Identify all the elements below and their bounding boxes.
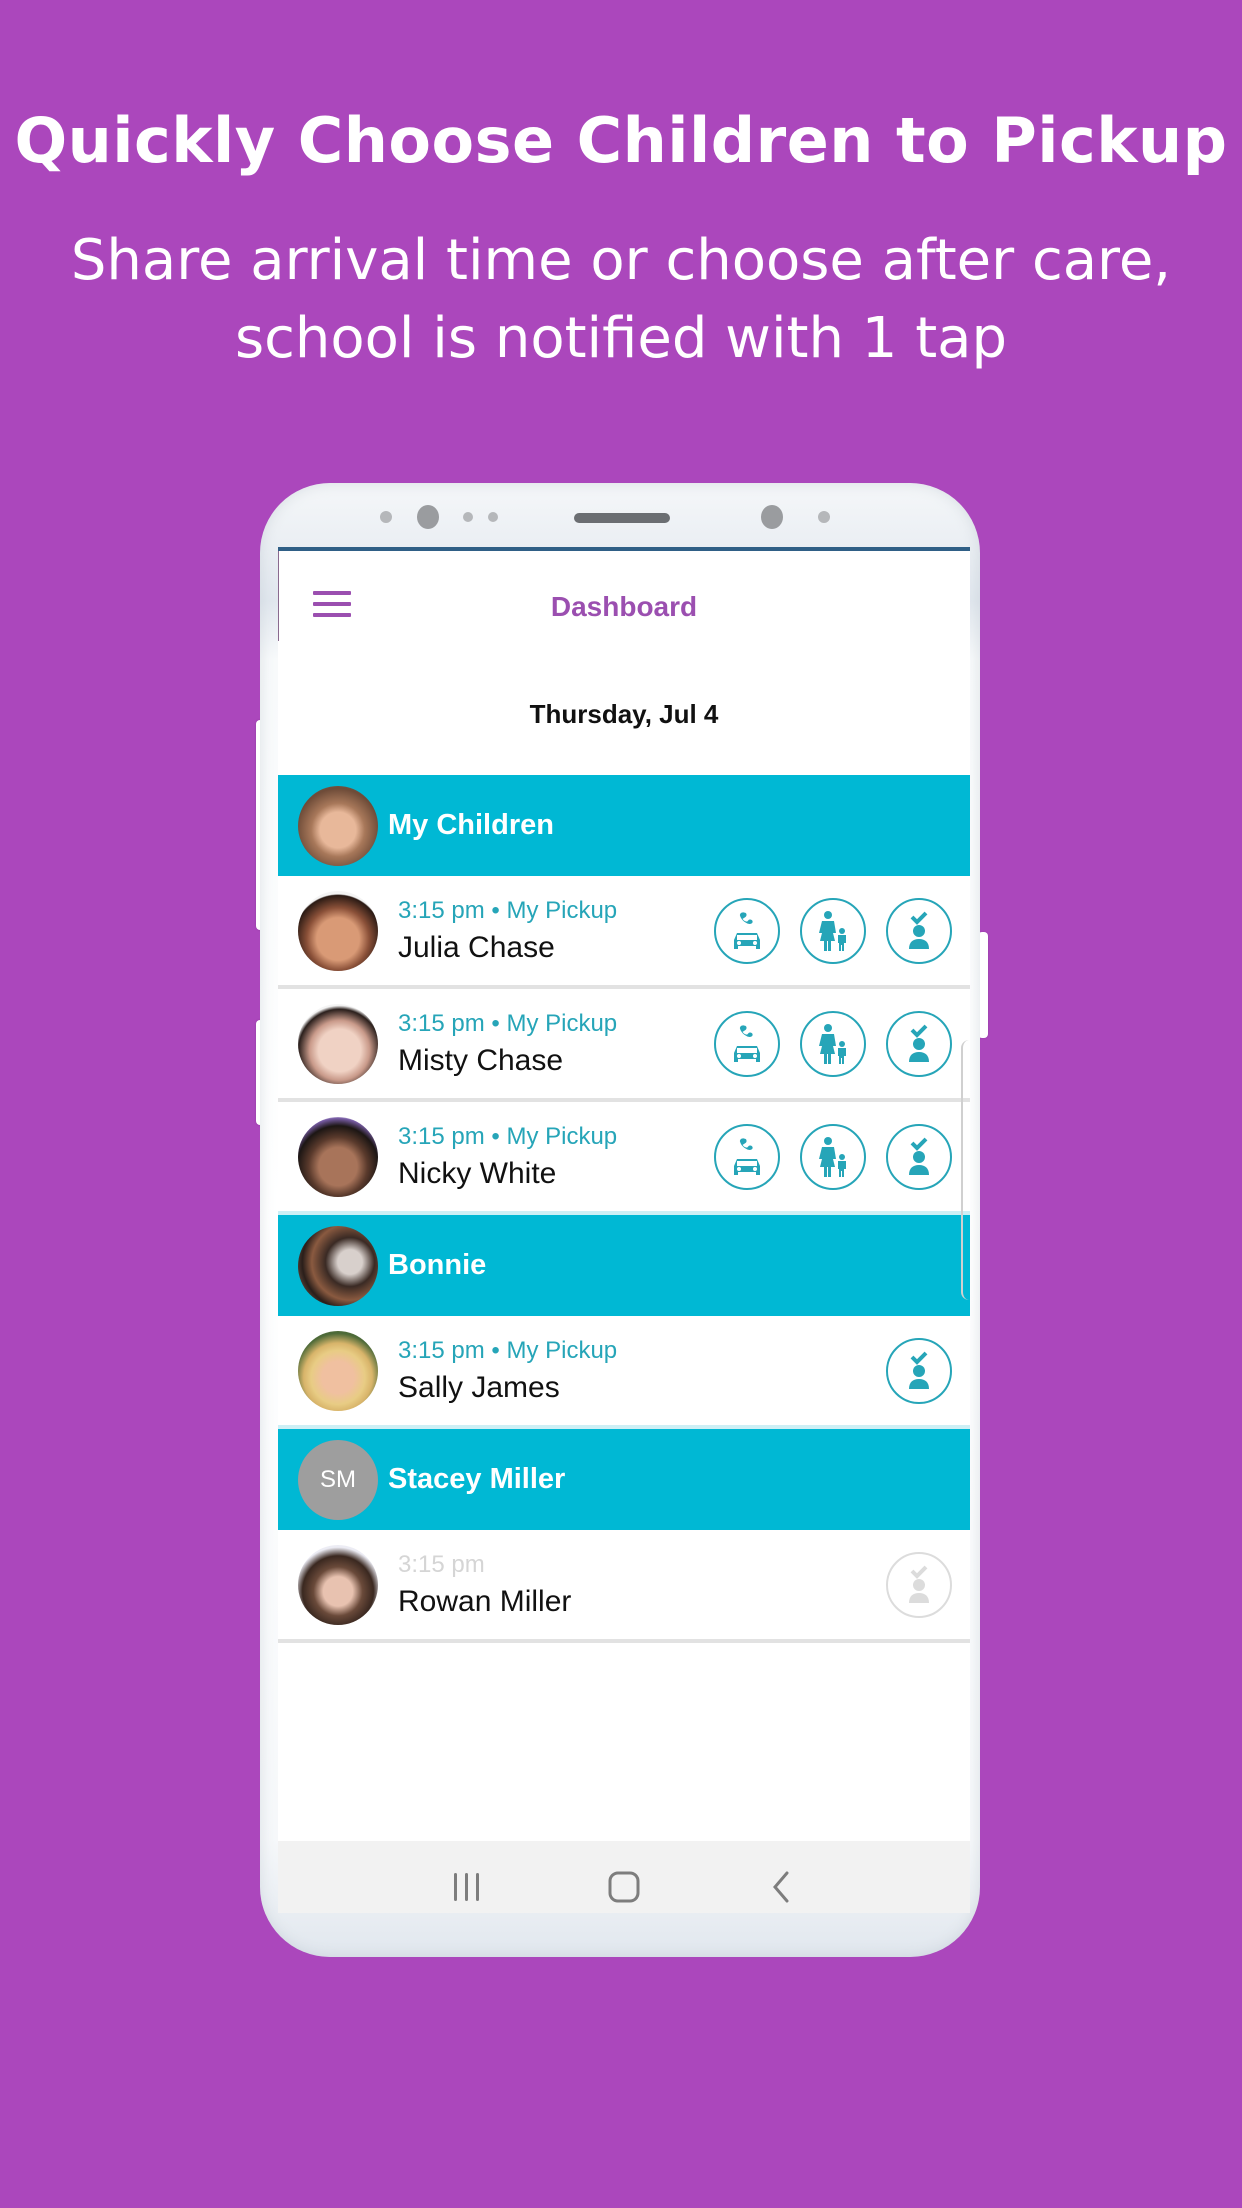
- checkin-person-icon: [909, 911, 929, 949]
- car-call-icon: [734, 1024, 760, 1062]
- checkin-person-icon: [909, 1024, 929, 1062]
- child-name: Sally James: [398, 1370, 560, 1404]
- group-title: Bonnie: [388, 1249, 487, 1281]
- recent-apps-icon: [453, 1873, 479, 1901]
- avatar: [298, 1225, 378, 1306]
- promo-subhead: Share arrival time or choose after care,…: [0, 222, 1242, 378]
- app-bar: Dashboard: [278, 551, 970, 671]
- child-name: Rowan Miller: [398, 1584, 572, 1618]
- parent-child-button[interactable]: [800, 1010, 866, 1077]
- sensor-dot: [488, 512, 498, 522]
- avatar: [298, 1544, 378, 1625]
- child-row[interactable]: 3:15 pm • My Pickup Misty Chase: [278, 989, 970, 1102]
- recent-apps-button[interactable]: [437, 1857, 497, 1913]
- current-date: Thursday, Jul 4: [529, 699, 719, 729]
- parent-child-icon: [819, 910, 846, 951]
- avatar: [298, 1003, 378, 1084]
- group-title: Stacey Miller: [388, 1463, 566, 1495]
- child-name: Nicky White: [398, 1156, 557, 1190]
- avatar: [298, 890, 378, 971]
- avatar: [298, 1330, 378, 1411]
- front-camera: [417, 505, 439, 529]
- sensor-dot: [463, 512, 473, 522]
- parent-child-button[interactable]: [800, 897, 866, 964]
- back-button[interactable]: [751, 1857, 811, 1913]
- promo-headline: Quickly Choose Children to Pickup: [14, 104, 1228, 177]
- parent-child-button[interactable]: [800, 1123, 866, 1190]
- child-name: Misty Chase: [398, 1043, 564, 1077]
- child-row[interactable]: 3:15 pm • My Pickup Sally James: [278, 1316, 970, 1429]
- checkin-person-button[interactable]: [886, 1010, 952, 1077]
- checkin-person-icon: [909, 1137, 929, 1175]
- avatar-initials: SM: [298, 1439, 378, 1520]
- pickup-status: 3:15 pm • My Pickup: [398, 896, 618, 924]
- checkin-person-icon: [909, 1351, 929, 1389]
- pickup-status: 3:15 pm: [398, 1550, 485, 1578]
- avatar: [298, 785, 378, 866]
- back-icon: [773, 1871, 789, 1903]
- group-header-my-children[interactable]: My Children: [278, 775, 970, 876]
- sensor-dot: [380, 511, 392, 523]
- car-call-icon: [734, 1137, 760, 1175]
- sensor-dot: [818, 511, 830, 523]
- child-row[interactable]: 3:15 pm • My Pickup Julia Chase: [278, 876, 970, 989]
- app-screen: Dashboard Thursday, Jul 4 My Children 3:…: [278, 547, 970, 1913]
- pickup-status: 3:15 pm • My Pickup: [398, 1009, 618, 1037]
- parent-child-icon: [819, 1136, 846, 1177]
- iris-scanner: [761, 505, 783, 529]
- pickup-status: 3:15 pm • My Pickup: [398, 1336, 618, 1364]
- child-name: Julia Chase: [398, 930, 555, 964]
- child-row[interactable]: 3:15 pm • My Pickup Nicky White: [278, 1102, 970, 1215]
- checkin-person-icon: [909, 1565, 929, 1603]
- children-list: My Children 3:15 pm • My Pickup Julia Ch…: [278, 775, 970, 1643]
- parent-child-icon: [819, 1023, 846, 1064]
- scrollbar[interactable]: [961, 1040, 969, 1300]
- checkin-person-button[interactable]: [886, 897, 952, 964]
- home-button[interactable]: [594, 1857, 654, 1913]
- page-title: Dashboard: [550, 591, 698, 622]
- checkin-person-button[interactable]: [886, 1551, 952, 1618]
- phone-frame: Dashboard Thursday, Jul 4 My Children 3:…: [260, 483, 980, 1957]
- group-header-stacey-miller[interactable]: SM Stacey Miller: [278, 1429, 970, 1530]
- pickup-status: 3:15 pm • My Pickup: [398, 1122, 618, 1150]
- group-header-bonnie[interactable]: Bonnie: [278, 1215, 970, 1316]
- promo-subhead-line-2: school is notified with 1 tap: [234, 306, 1008, 371]
- car-call-icon: [734, 911, 760, 949]
- car-call-button[interactable]: [714, 1010, 780, 1077]
- avatar: [298, 1116, 378, 1197]
- home-icon: [608, 1871, 640, 1903]
- child-row[interactable]: 3:15 pm Rowan Miller: [278, 1530, 970, 1643]
- car-call-button[interactable]: [714, 897, 780, 964]
- promo-subhead-line-1: Share arrival time or choose after care,: [70, 228, 1172, 293]
- checkin-person-button[interactable]: [886, 1123, 952, 1190]
- car-call-button[interactable]: [714, 1123, 780, 1190]
- group-title: My Children: [388, 809, 554, 841]
- android-nav-bar: [278, 1841, 970, 1913]
- checkin-person-button[interactable]: [886, 1337, 952, 1404]
- earpiece-speaker: [574, 513, 670, 523]
